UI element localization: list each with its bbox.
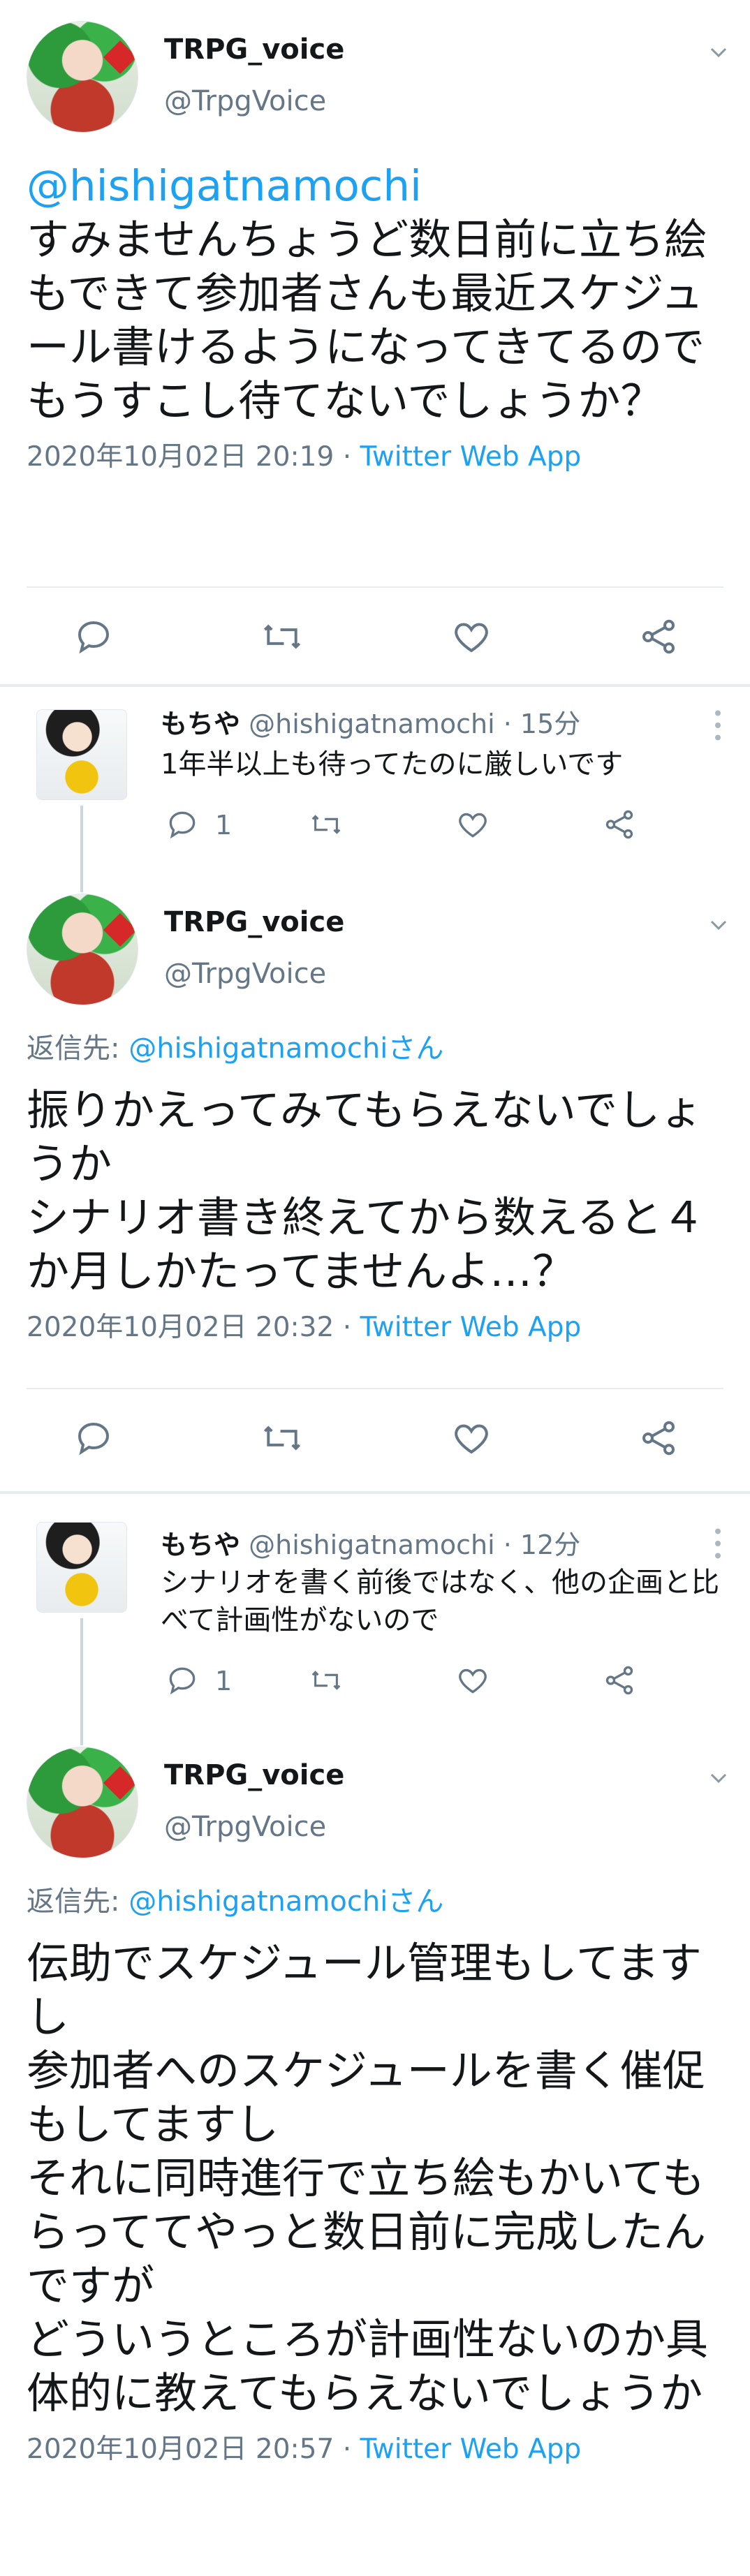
user-handle[interactable]: @TrpgVoice [164,85,326,117]
display-name[interactable]: TRPG_voice [164,906,344,938]
display-name[interactable]: TRPG_voice [164,34,344,66]
reply-icon[interactable] [165,1663,200,1698]
chevron-down-icon[interactable] [708,915,729,935]
divider [27,586,723,588]
display-name[interactable]: もちや [161,1530,240,1560]
share-icon[interactable] [602,1663,637,1698]
heart-icon[interactable] [455,1663,490,1698]
user-handle[interactable]: @TrpgVoice [164,1811,326,1843]
avatar[interactable] [36,1522,127,1613]
meta-separator: · [334,1312,360,1343]
heart-icon[interactable] [450,616,492,658]
more-vertical-icon[interactable] [711,708,725,743]
tweet-meta: 2020年10月02日 20:32 · Twitter Web App [27,1307,725,1349]
avatar[interactable] [27,1747,138,1858]
source-app-link[interactable]: Twitter Web App [360,441,582,473]
tweet-meta: 2020年10月02日 20:19 · Twitter Web App [27,436,725,478]
thread-line [80,1618,83,1724]
timestamp: 15分 [520,709,581,739]
share-icon[interactable] [638,1417,679,1459]
reply-prefix: 返信先: [27,1032,129,1065]
reply-icon[interactable] [73,1417,115,1459]
reply-target-link[interactable]: @hishigatnamochiさん [128,1032,443,1065]
meta-separator: · [334,2434,360,2465]
thread-page: TRPG_voice @TrpgVoice @hishigatnamochi すみ… [0,0,750,2576]
reply-text: 1年半以上も待ってたのに厳しいです [161,748,624,780]
reply-header: もちや @hishigatnamochi · 15分 [161,702,580,741]
more-vertical-icon[interactable] [711,1526,725,1561]
reply-actions: 1 [161,807,649,849]
heart-icon[interactable] [455,807,490,842]
tweet-text: 振りかえってみてもらえないでしょうか シナリオ書き終えてから数えると４か月しかた… [27,1086,705,1296]
meta-separator: · [494,709,520,739]
reply-count: 1 [215,1666,233,1696]
thread-line [80,882,83,892]
tweet-date: 2020年10月02日 20:32 [27,1312,334,1343]
retweet-icon[interactable] [260,1417,304,1459]
reply-tweet-2[interactable]: もちや @hishigatnamochi · 12分 シナリオを書く前後ではなく… [0,1494,750,1724]
reply-header: もちや @hishigatnamochi · 12分 [161,1523,580,1562]
user-handle[interactable]: @TrpgVoice [164,958,326,990]
retweet-icon[interactable] [309,1663,344,1698]
source-app-link[interactable]: Twitter Web App [360,2434,582,2465]
reply-context: 返信先: @hishigatnamochiさん [27,1028,725,1069]
chevron-down-icon[interactable] [708,1768,729,1789]
thread-line [80,806,83,882]
share-icon[interactable] [602,807,637,842]
heart-icon[interactable] [450,1417,492,1459]
tweet-1: TRPG_voice @TrpgVoice @hishigatnamochi すみ… [0,0,750,684]
tweet-body: すみませんちょうど数日前に立ち絵もできて参加者さんも最近スケジュール書けるように… [27,215,707,426]
reply-icon[interactable] [165,807,200,842]
timestamp: 12分 [520,1530,581,1560]
avatar[interactable] [27,21,138,133]
tweet-date: 2020年10月02日 20:57 [27,2434,334,2465]
tweet-2: TRPG_voice @TrpgVoice 返信先: @hishigatnamo… [0,882,750,1497]
tweet-meta: 2020年10月02日 20:57 · Twitter Web App [27,2429,725,2471]
user-handle[interactable]: @hishigatnamochi [249,709,495,739]
user-handle[interactable]: @hishigatnamochi [249,1530,495,1560]
reply-actions: 1 [161,1663,649,1705]
retweet-icon[interactable] [260,616,304,658]
reply-icon[interactable] [73,616,115,658]
reply-target-link[interactable]: @hishigatnamochiさん [128,1886,443,1918]
divider [27,1388,723,1389]
reply-text: シナリオを書く前後ではなく、他の企画と比べて計画性がないので [161,1567,719,1636]
mention-link[interactable]: @hishigatnamochi [27,161,422,211]
tweet-text: 伝助でスケジュール管理もしてますし 参加者へのスケジュールを書く催促もしてますし… [27,1939,709,2418]
tweet-date: 2020年10月02日 20:19 [27,441,334,473]
retweet-icon[interactable] [309,807,344,842]
tweet-3: TRPG_voice @TrpgVoice 返信先: @hishigatnamo… [0,1724,750,2576]
tweet-text: @hishigatnamochi すみませんちょうど数日前に立ち絵もできて参加者さ… [27,159,725,428]
display-name[interactable]: TRPG_voice [164,1759,344,1791]
thread-line [80,1724,83,1745]
avatar[interactable] [27,894,138,1005]
reply-prefix: 返信先: [27,1886,129,1918]
chevron-down-icon[interactable] [708,42,729,63]
avatar[interactable] [36,709,127,800]
source-app-link[interactable]: Twitter Web App [360,1312,582,1343]
meta-separator: · [334,441,360,473]
share-icon[interactable] [638,616,679,658]
meta-separator: · [494,1530,520,1560]
reply-context: 返信先: @hishigatnamochiさん [27,1881,725,1923]
reply-count: 1 [215,810,233,841]
display-name[interactable]: もちや [161,709,240,739]
reply-tweet-1[interactable]: もちや @hishigatnamochi · 15分 1年半以上も待ってたのに厳… [0,687,750,882]
